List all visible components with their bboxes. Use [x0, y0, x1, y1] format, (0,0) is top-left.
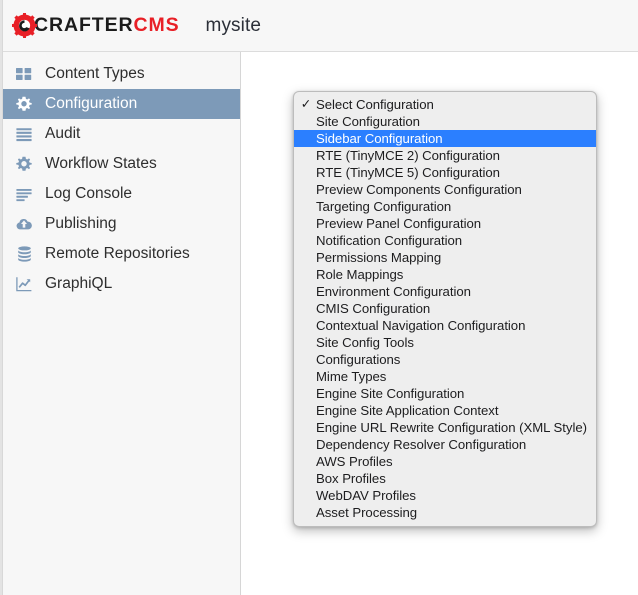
sidebar-item-label: Configuration	[45, 95, 138, 112]
sidebar-item-publishing[interactable]: Publishing	[3, 209, 240, 239]
sidebar-nav: Content Types Configuration Audit Workfl…	[3, 52, 241, 595]
sidebar-item-log-console[interactable]: Log Console	[3, 179, 240, 209]
sidebar-item-graphiql[interactable]: GraphiQL	[3, 269, 240, 299]
select-option[interactable]: CMIS Configuration	[294, 300, 596, 317]
checkmark-icon: ✓	[300, 97, 312, 111]
sidebar-item-label: GraphiQL	[45, 275, 113, 292]
select-option-label: Dependency Resolver Configuration	[316, 437, 527, 452]
app-window: CRAFTERCMS mysite Content Types Configur…	[0, 0, 638, 595]
sidebar-item-label: Content Types	[45, 65, 145, 82]
sidebar-item-label: Workflow States	[45, 155, 157, 172]
log-lines-icon	[15, 185, 33, 203]
select-option[interactable]: Dependency Resolver Configuration	[294, 436, 596, 453]
select-option-label: Contextual Navigation Configuration	[316, 318, 526, 333]
sidebar-item-audit[interactable]: Audit	[3, 119, 240, 149]
select-option-label: Targeting Configuration	[316, 199, 452, 214]
gear-icon	[15, 95, 33, 113]
sidebar-item-label: Log Console	[45, 185, 133, 202]
select-option-label: Notification Configuration	[316, 233, 463, 248]
sidebar-item-configuration[interactable]: Configuration	[3, 89, 240, 119]
select-option[interactable]: Preview Components Configuration	[294, 181, 596, 198]
gear-cog-icon	[15, 155, 33, 173]
select-option[interactable]: Permissions Mapping	[294, 249, 596, 266]
cloud-upload-icon	[15, 215, 33, 233]
select-option-label: RTE (TinyMCE 5) Configuration	[316, 165, 500, 180]
select-option-label: Box Profiles	[316, 471, 386, 486]
select-option[interactable]: Engine Site Configuration	[294, 385, 596, 402]
select-option-label: Select Configuration	[316, 97, 434, 112]
select-option[interactable]: Box Profiles	[294, 470, 596, 487]
select-option-label: CMIS Configuration	[316, 301, 431, 316]
select-option[interactable]: RTE (TinyMCE 5) Configuration	[294, 164, 596, 181]
select-option[interactable]: Site Configuration	[294, 113, 596, 130]
select-option-label: Asset Processing	[316, 505, 418, 520]
select-option[interactable]: WebDAV Profiles	[294, 487, 596, 504]
select-option-label: Role Mappings	[316, 267, 404, 282]
crafter-gear-logo-icon	[12, 13, 37, 38]
select-option[interactable]: RTE (TinyMCE 2) Configuration	[294, 147, 596, 164]
select-option[interactable]: Sidebar Configuration	[294, 130, 596, 147]
select-option[interactable]: Engine URL Rewrite Configuration (XML St…	[294, 419, 596, 436]
sidebar-item-remote-repositories[interactable]: Remote Repositories	[3, 239, 240, 269]
select-option-label: Engine URL Rewrite Configuration (XML St…	[316, 420, 587, 435]
crafter-cms-logo[interactable]: CRAFTERCMS	[12, 13, 180, 38]
select-option-label: Mime Types	[316, 369, 387, 384]
sidebar-item-workflow-states[interactable]: Workflow States	[3, 149, 240, 179]
select-option[interactable]: ✓ Select Configuration	[294, 96, 596, 113]
chart-line-icon	[15, 275, 33, 293]
select-option-label: Engine Site Configuration	[316, 386, 465, 401]
select-option[interactable]: Targeting Configuration	[294, 198, 596, 215]
select-option[interactable]: Site Config Tools	[294, 334, 596, 351]
select-option[interactable]: Mime Types	[294, 368, 596, 385]
sidebar-item-label: Audit	[45, 125, 81, 142]
select-option-label: Site Config Tools	[316, 335, 414, 350]
configuration-select-popup[interactable]: ✓ Select Configuration Site Configuration S…	[293, 91, 597, 527]
select-option-label: Configurations	[316, 352, 401, 367]
select-option-label: Sidebar Configuration	[316, 131, 443, 146]
sidebar-item-content-types[interactable]: Content Types	[3, 59, 240, 89]
brand-name-primary: CRAFTER	[34, 13, 134, 36]
select-option-label: Site Configuration	[316, 114, 420, 129]
select-option-label: Preview Components Configuration	[316, 182, 522, 197]
select-option[interactable]: Contextual Navigation Configuration	[294, 317, 596, 334]
select-option-label: Engine Site Application Context	[316, 403, 499, 418]
site-name-label: mysite	[205, 14, 262, 36]
brand-name-accent: CMS	[133, 13, 180, 36]
select-option-label: Permissions Mapping	[316, 250, 442, 265]
database-stack-icon	[15, 245, 33, 263]
select-option[interactable]: Asset Processing	[294, 504, 596, 521]
select-option-label: WebDAV Profiles	[316, 488, 416, 503]
select-option-label: Preview Panel Configuration	[316, 216, 482, 231]
grid-squares-icon	[15, 65, 33, 83]
select-option-label: AWS Profiles	[316, 454, 393, 469]
select-option[interactable]: Role Mappings	[294, 266, 596, 283]
select-option[interactable]: Environment Configuration	[294, 283, 596, 300]
select-option[interactable]: Engine Site Application Context	[294, 402, 596, 419]
select-option[interactable]: Notification Configuration	[294, 232, 596, 249]
sidebar-item-label: Publishing	[45, 215, 117, 232]
list-lines-icon	[15, 125, 33, 143]
select-option[interactable]: Configurations	[294, 351, 596, 368]
select-option-label: RTE (TinyMCE 2) Configuration	[316, 148, 500, 163]
sidebar-item-label: Remote Repositories	[45, 245, 190, 262]
select-option[interactable]: Preview Panel Configuration	[294, 215, 596, 232]
select-option-label: Environment Configuration	[316, 284, 471, 299]
app-header: CRAFTERCMS mysite	[3, 0, 638, 52]
select-option[interactable]: AWS Profiles	[294, 453, 596, 470]
